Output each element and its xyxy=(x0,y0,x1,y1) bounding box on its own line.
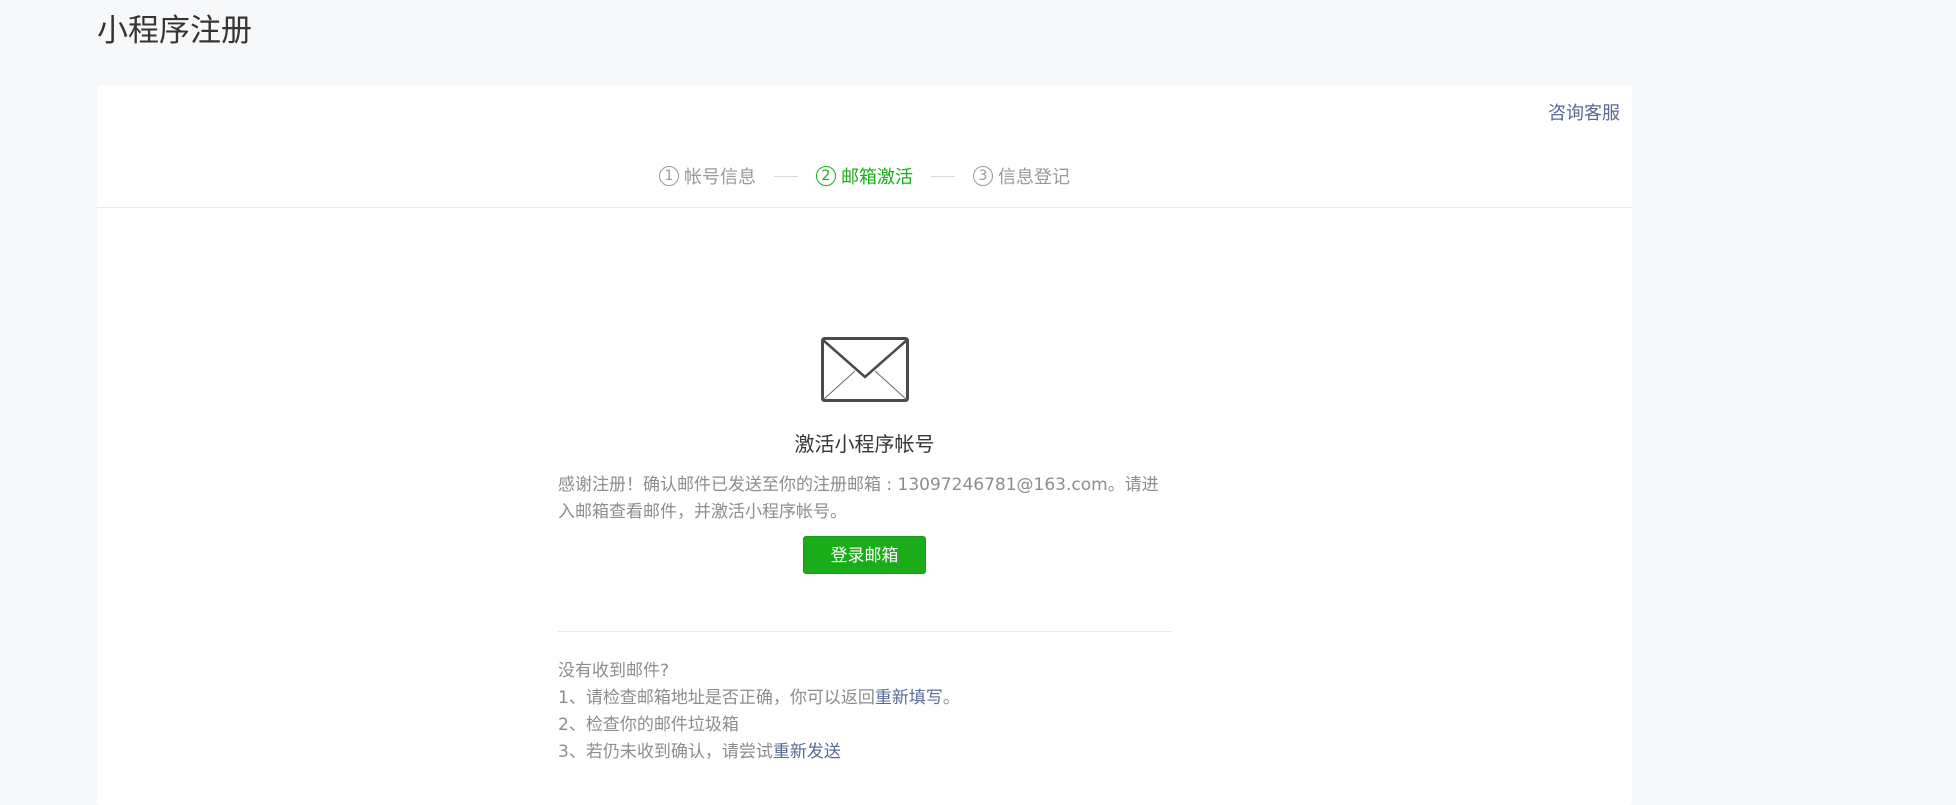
step-label: 帐号信息 xyxy=(684,167,756,188)
help-item-2: 2、检查你的邮件垃圾箱 xyxy=(558,715,739,735)
help-heading: 没有收到邮件? xyxy=(558,661,670,681)
scrollbar[interactable] xyxy=(1932,0,1956,788)
step-label: 邮箱激活 xyxy=(841,167,913,188)
activation-description: 感谢注册！确认邮件已发送至你的注册邮箱 : 13097246781@163.co… xyxy=(558,472,1171,526)
help-item-text: 。 xyxy=(942,688,960,708)
step-email-activation: 2 邮箱激活 xyxy=(816,163,913,189)
step-separator xyxy=(931,175,955,177)
step-label: 信息登记 xyxy=(998,167,1070,188)
activation-title: 激活小程序帐号 xyxy=(794,432,935,456)
step-number: 3 xyxy=(973,166,993,186)
steps-divider xyxy=(97,207,1632,208)
refill-link[interactable]: 重新填写 xyxy=(875,688,943,708)
mail-envelope-icon xyxy=(820,337,909,402)
step-number: 1 xyxy=(659,166,679,186)
consult-service-link[interactable]: 咨询客服 xyxy=(1548,99,1620,125)
progress-steps: 1 帐号信息 2 邮箱激活 3 信息登记 xyxy=(97,161,1632,191)
step-info-registration: 3 信息登记 xyxy=(973,163,1070,189)
activation-content: 激活小程序帐号 感谢注册！确认邮件已发送至你的注册邮箱 : 1309724678… xyxy=(558,337,1171,766)
step-number: 2 xyxy=(816,166,836,186)
desc-prefix: 感谢注册！确认邮件已发送至你的注册邮箱 : xyxy=(558,475,898,495)
registered-email: 13097246781@163.com xyxy=(897,475,1108,495)
page-title: 小程序注册 xyxy=(97,13,252,49)
registration-card: 咨询客服 1 帐号信息 2 邮箱激活 3 信息登记 激活小程序帐号 感谢注册！确… xyxy=(97,85,1632,805)
section-divider xyxy=(558,631,1171,632)
help-item-3: 3、若仍未收到确认，请尝试重新发送 xyxy=(558,739,1171,766)
help-item-text: 3、若仍未收到确认，请尝试 xyxy=(558,742,773,762)
help-item-1: 1、请检查邮箱地址是否正确，你可以返回重新填写。 xyxy=(558,685,1171,712)
step-separator xyxy=(774,175,798,177)
help-item-text: 1、请检查邮箱地址是否正确，你可以返回 xyxy=(558,688,875,708)
step-account-info: 1 帐号信息 xyxy=(659,163,756,189)
resend-link[interactable]: 重新发送 xyxy=(773,742,841,762)
help-section: 没有收到邮件? 1、请检查邮箱地址是否正确，你可以返回重新填写。 2、检查你的邮… xyxy=(558,658,1171,766)
login-mailbox-button[interactable]: 登录邮箱 xyxy=(803,536,926,574)
